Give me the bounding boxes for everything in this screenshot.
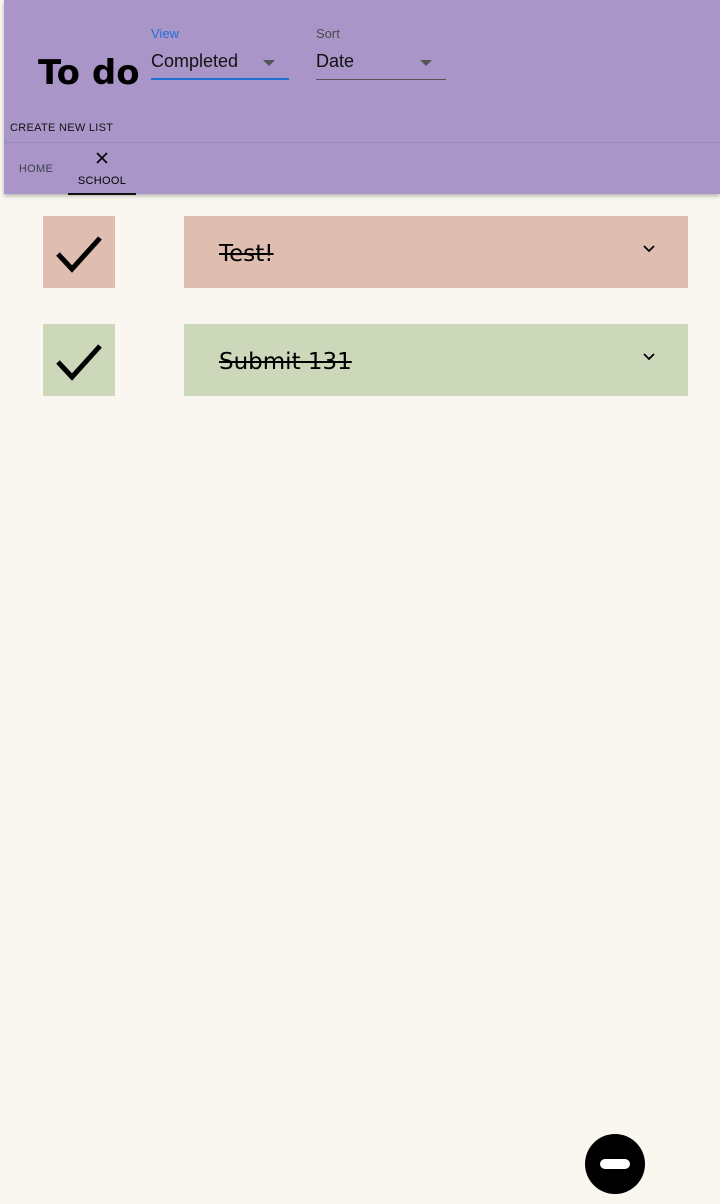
- remove-list-button[interactable]: [585, 1134, 645, 1194]
- minus-icon: [600, 1159, 630, 1169]
- sort-select-label: Sort: [316, 26, 340, 41]
- dropdown-arrow-icon: [420, 60, 432, 66]
- sort-select-value: Date: [316, 51, 355, 71]
- task-row: Test!: [0, 216, 720, 288]
- checkmark-icon: [56, 236, 102, 273]
- task-text: Test!: [219, 241, 274, 267]
- task-checkbox[interactable]: [43, 216, 115, 288]
- tab-indicator: [68, 193, 136, 195]
- task-item[interactable]: Submit 131: [184, 324, 688, 396]
- sort-select[interactable]: Sort Date: [316, 26, 446, 80]
- tab-school[interactable]: SCHOOL: [68, 143, 136, 195]
- tab-school-label: SCHOOL: [77, 175, 127, 187]
- view-select-label: View: [151, 26, 179, 41]
- checkmark-icon: [56, 344, 102, 381]
- view-select[interactable]: View Completed: [151, 26, 289, 80]
- dropdown-arrow-icon: [263, 60, 275, 66]
- chevron-down-icon[interactable]: [640, 242, 658, 256]
- page-title: To do: [38, 53, 140, 93]
- tab-bar: HOME SCHOOL: [4, 142, 720, 195]
- chevron-down-icon[interactable]: [640, 350, 658, 364]
- app-bar: To do View Completed Sort Date CREATE NE…: [4, 0, 720, 195]
- close-icon[interactable]: [68, 151, 136, 165]
- task-checkbox[interactable]: [43, 324, 115, 396]
- create-new-list-button[interactable]: CREATE NEW LIST: [10, 122, 113, 134]
- view-select-underline: [151, 78, 289, 80]
- task-item[interactable]: Test!: [184, 216, 688, 288]
- tab-home[interactable]: HOME: [8, 143, 64, 195]
- task-row: Submit 131: [0, 324, 720, 396]
- sort-select-underline: [316, 79, 446, 80]
- view-select-value: Completed: [151, 51, 239, 71]
- task-text: Submit 131: [219, 349, 352, 375]
- tab-home-label: HOME: [18, 163, 54, 175]
